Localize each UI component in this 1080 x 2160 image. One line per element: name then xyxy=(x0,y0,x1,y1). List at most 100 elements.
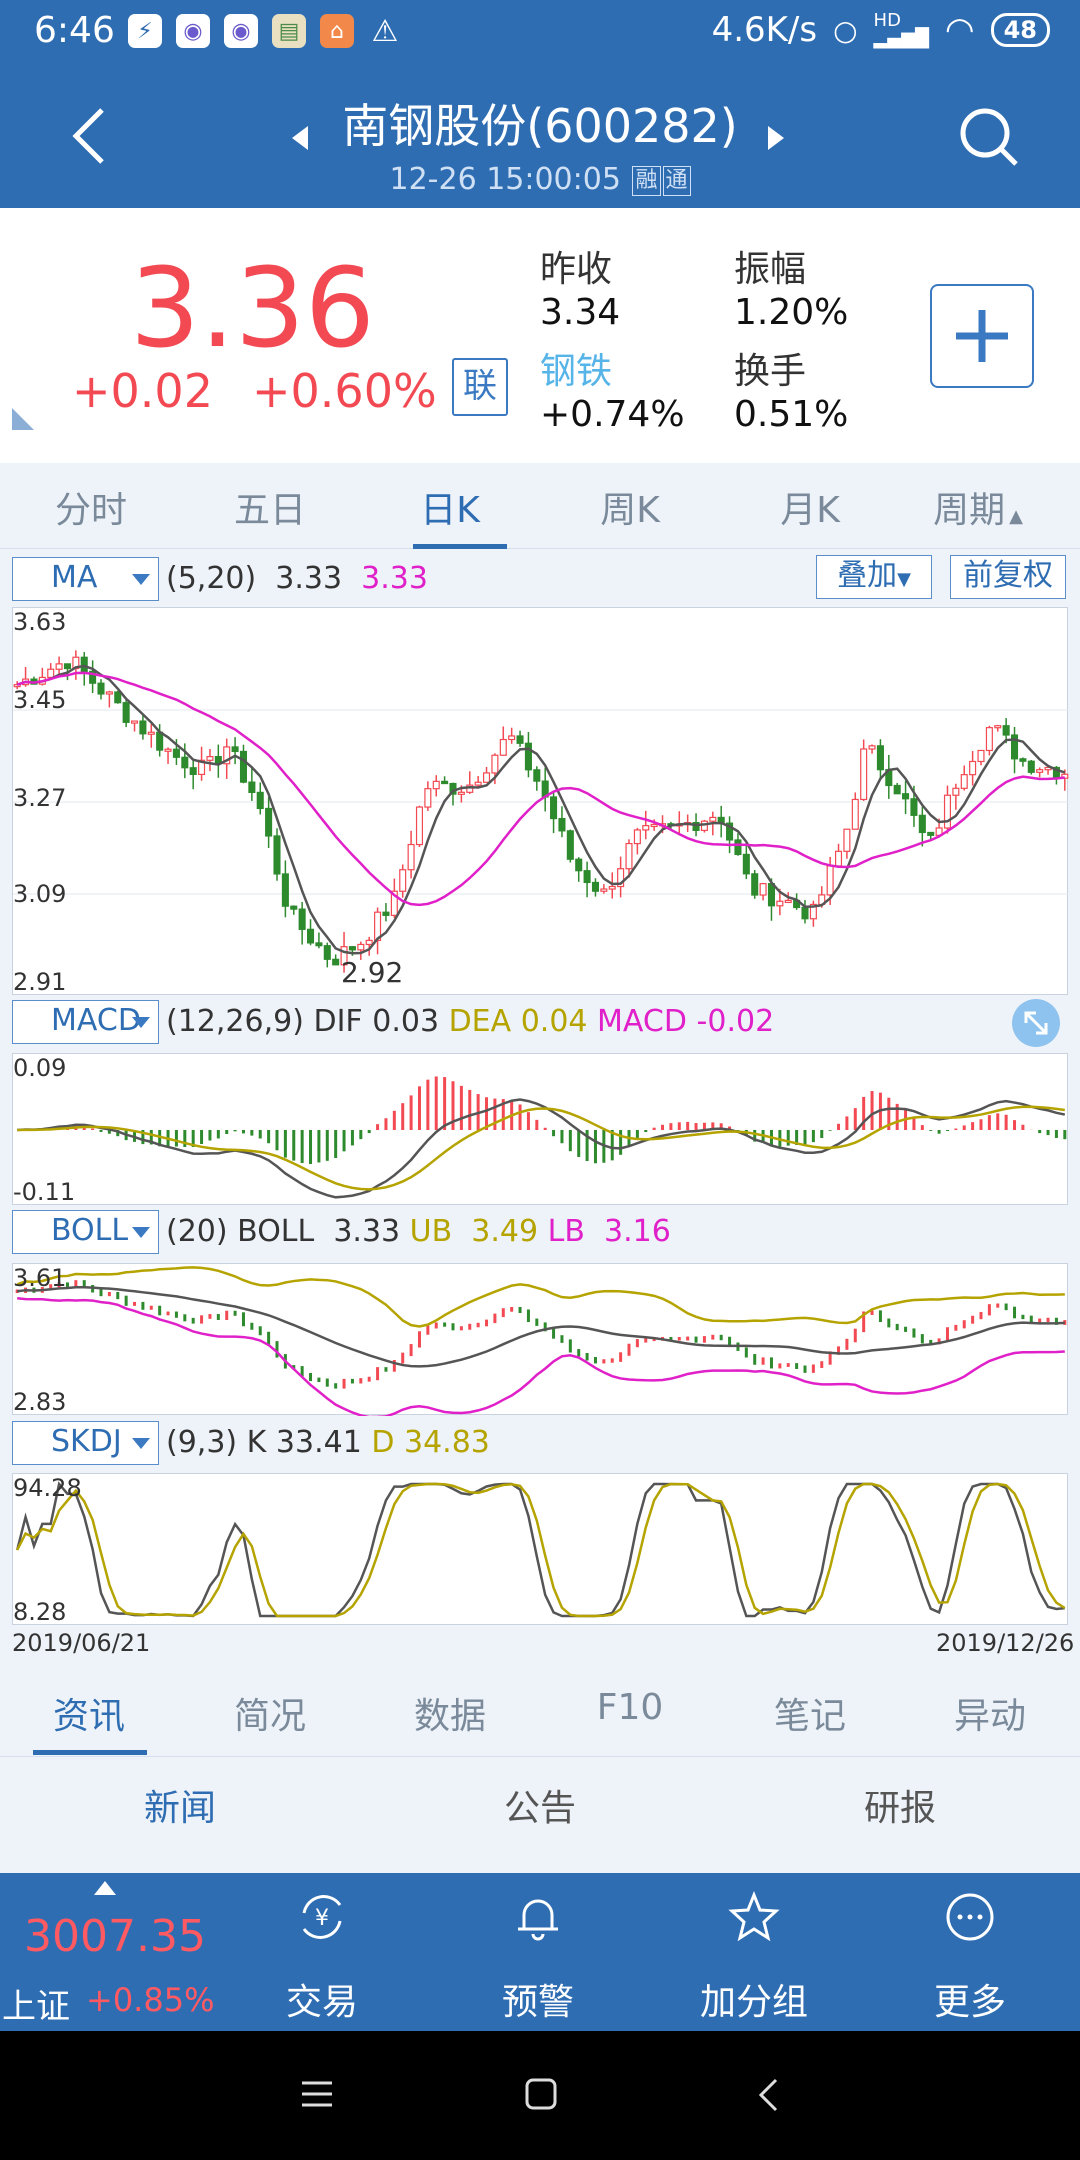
nav-alert[interactable]: 预警 xyxy=(438,1873,638,2031)
overlay-button[interactable]: 叠加▼ xyxy=(816,555,932,599)
stock-title: 南钢股份(600282) xyxy=(342,99,738,153)
back-icon[interactable] xyxy=(756,2077,780,2113)
more-icon xyxy=(946,1893,994,1941)
candle xyxy=(348,946,356,951)
candle xyxy=(583,870,591,884)
candle xyxy=(893,784,901,795)
skdj-panel[interactable]: 94.28 8.28 xyxy=(12,1473,1068,1626)
nav-more[interactable]: 更多 xyxy=(870,1873,1070,2031)
candle xyxy=(424,788,432,808)
candle xyxy=(474,781,482,786)
macd-panel[interactable]: 0.09 -0.11 xyxy=(12,1053,1068,1206)
candle xyxy=(315,942,323,947)
candle xyxy=(407,843,415,871)
sector-link[interactable]: 钢铁 xyxy=(540,342,612,394)
subtab-announcements[interactable]: 公告 xyxy=(360,1779,720,1831)
prev-close-label: 昨收 xyxy=(540,249,613,290)
linked-button[interactable]: 联 xyxy=(452,358,508,416)
signal-icon: HD ▂▄▆█ xyxy=(873,10,929,49)
candle xyxy=(80,656,88,672)
y-label-bottom: 2.91 xyxy=(13,968,67,996)
boll-y-bottom: 2.83 xyxy=(13,1388,67,1416)
candle xyxy=(533,769,541,782)
tab-notes[interactable]: 笔记 xyxy=(735,1687,885,1739)
plus-icon xyxy=(956,310,1008,362)
add-watchlist-button[interactable] xyxy=(930,284,1034,388)
candle xyxy=(248,781,256,794)
candle xyxy=(508,735,516,741)
tab-monthly-k[interactable]: 月K xyxy=(735,481,885,533)
candle xyxy=(1036,769,1044,773)
tab-weekly-k[interactable]: 周K xyxy=(555,481,705,533)
boll-lower-line xyxy=(17,1296,1065,1419)
subtab-news[interactable]: 新闻 xyxy=(0,1779,360,1831)
macd-legend: (12,26,9) DIF 0.03 DEA 0.04 MACD -0.02 xyxy=(166,1004,775,1039)
nav-trade[interactable]: ¥ 交易 xyxy=(222,1873,422,2031)
nav-more-label: 更多 xyxy=(933,1982,1006,2023)
boll-panel[interactable]: 3.61 2.83 xyxy=(12,1263,1068,1419)
star-icon xyxy=(728,1891,780,1942)
tab-data[interactable]: 数据 xyxy=(375,1687,525,1739)
boll-selector[interactable]: BOLL xyxy=(12,1210,159,1254)
active-tab-indicator xyxy=(33,1750,147,1755)
candle xyxy=(130,720,139,724)
tab-period[interactable]: 周期 ▲ xyxy=(903,481,1053,533)
low-price-marker: 2.92 xyxy=(341,956,404,989)
skdj-selector[interactable]: SKDJ xyxy=(12,1421,159,1465)
candle xyxy=(843,828,851,852)
tab-anomaly[interactable]: 异动 xyxy=(915,1687,1065,1739)
prev-close-value: 3.34 xyxy=(540,292,621,333)
chat-icon: ◉ xyxy=(224,14,258,48)
bell-icon xyxy=(518,1899,558,1941)
candle xyxy=(47,668,55,679)
candle xyxy=(608,885,616,890)
search-icon[interactable] xyxy=(956,104,1022,170)
index-value: 3007.35 xyxy=(24,1911,206,1962)
candle xyxy=(943,794,952,829)
nav-add-group-label: 加分组 xyxy=(699,1982,808,2023)
dif-line xyxy=(17,1098,1066,1199)
tab-intraday[interactable]: 分时 xyxy=(16,481,166,533)
tab-five-day[interactable]: 五日 xyxy=(195,481,345,533)
candle xyxy=(759,883,767,896)
turnover-value: 0.51% xyxy=(734,394,849,435)
macd-selector[interactable]: MACD xyxy=(12,1000,159,1044)
amplitude-value: 1.20% xyxy=(734,292,849,333)
kline-panel[interactable]: 3.63 3.45 3.27 3.09 2.91 2.92 xyxy=(12,607,1069,996)
subtab-research[interactable]: 研报 xyxy=(720,1779,1080,1831)
candle xyxy=(834,850,843,867)
next-stock-icon[interactable] xyxy=(766,124,786,152)
candle xyxy=(985,727,993,752)
candle xyxy=(491,754,499,774)
skdj-y-bottom: 8.28 xyxy=(13,1598,67,1626)
ma-selector[interactable]: MA xyxy=(12,557,159,601)
candle xyxy=(591,881,600,892)
adjust-button[interactable]: 前复权 xyxy=(950,555,1066,599)
candle xyxy=(415,806,424,846)
candle xyxy=(742,853,750,875)
nav-trade-label: 交易 xyxy=(285,1982,358,2023)
tab-f10[interactable]: F10 xyxy=(555,1687,705,1728)
nav-add-group[interactable]: 加分组 xyxy=(654,1873,854,2031)
tab-daily-k[interactable]: 日K xyxy=(375,481,525,533)
dropdown-icon xyxy=(132,574,150,585)
expand-icon[interactable] xyxy=(1012,999,1060,1047)
amplitude-label: 振幅 xyxy=(734,249,807,290)
tab-news[interactable]: 资讯 xyxy=(14,1687,164,1739)
boll-canvas xyxy=(15,1266,1067,1419)
candle xyxy=(181,756,189,769)
ma5-line xyxy=(16,664,1066,955)
candle xyxy=(784,899,792,904)
tab-overview[interactable]: 简况 xyxy=(195,1687,345,1739)
candle xyxy=(575,858,583,872)
candle xyxy=(365,939,373,946)
candle xyxy=(860,748,868,801)
index-ticker[interactable]: 3007.35 上证 +0.85% xyxy=(0,1873,240,2031)
candle xyxy=(382,911,390,916)
candle xyxy=(55,663,63,670)
menu-icon[interactable] xyxy=(300,2079,334,2109)
wifi-icon: ◠ xyxy=(944,10,975,50)
warning-icon: ⚠ xyxy=(371,13,399,49)
candle xyxy=(566,830,574,860)
home-icon[interactable] xyxy=(524,2077,558,2111)
